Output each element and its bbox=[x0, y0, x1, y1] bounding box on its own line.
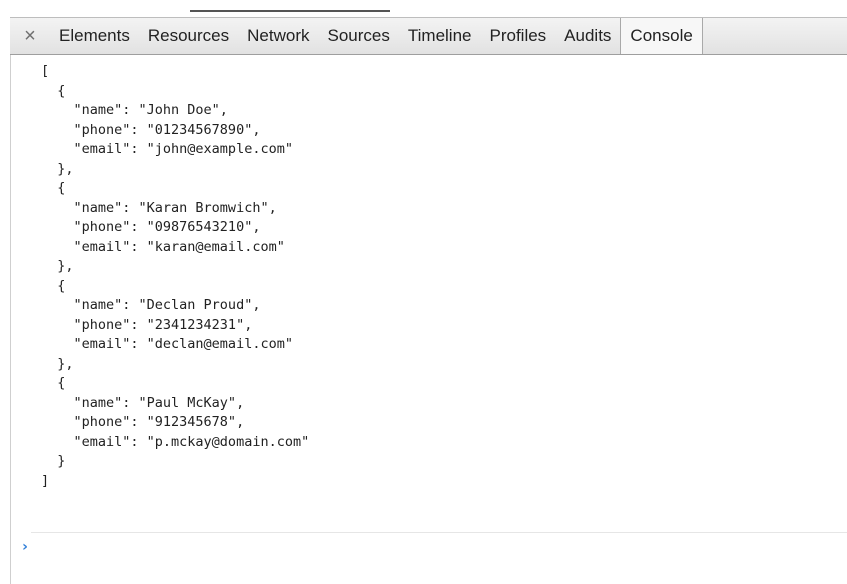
output-line: { bbox=[41, 277, 66, 294]
prompt-chevron-icon: › bbox=[22, 539, 28, 555]
devtools-window: × Elements Resources Network Sources Tim… bbox=[0, 0, 847, 584]
devtools-toolbar: × Elements Resources Network Sources Tim… bbox=[10, 17, 847, 55]
tab-resources[interactable]: Resources bbox=[139, 18, 238, 54]
tab-audits[interactable]: Audits bbox=[555, 18, 620, 54]
console-prompt-row[interactable]: › bbox=[11, 534, 847, 560]
tab-network[interactable]: Network bbox=[238, 18, 318, 54]
close-icon[interactable]: × bbox=[10, 18, 50, 54]
tab-timeline[interactable]: Timeline bbox=[399, 18, 481, 54]
output-line: }, bbox=[41, 160, 74, 177]
tab-sources[interactable]: Sources bbox=[319, 18, 399, 54]
output-line: "name": "John Doe", bbox=[41, 102, 228, 118]
output-line: "phone": "2341234231", bbox=[41, 316, 253, 333]
output-line: "name": "Paul McKay", bbox=[41, 394, 245, 411]
output-line: "email": "karan@email.com" bbox=[41, 238, 285, 255]
output-line: "phone": "01234567890", bbox=[41, 121, 261, 138]
output-line: { bbox=[41, 180, 66, 196]
output-line: } bbox=[41, 453, 66, 469]
page-top-edge bbox=[0, 0, 847, 16]
output-line: "email": "john@example.com" bbox=[41, 141, 293, 157]
output-line: }, bbox=[41, 355, 74, 372]
output-line: "email": "declan@email.com" bbox=[41, 336, 293, 352]
tab-elements[interactable]: Elements bbox=[50, 18, 139, 54]
console-panel: [ { "name": "John Doe", "phone": "012345… bbox=[11, 56, 847, 584]
output-line: "name": "Karan Bromwich", bbox=[41, 199, 277, 216]
output-line: ] bbox=[41, 472, 50, 489]
output-line: [ bbox=[41, 63, 50, 79]
output-line: { bbox=[41, 82, 66, 99]
console-input[interactable] bbox=[39, 536, 847, 558]
page-edge-line bbox=[190, 10, 390, 12]
output-line: { bbox=[41, 375, 66, 391]
console-output: [ { "name": "John Doe", "phone": "012345… bbox=[41, 62, 309, 491]
output-line: "phone": "912345678", bbox=[41, 414, 245, 430]
output-line: "email": "p.mckay@domain.com" bbox=[41, 433, 310, 450]
console-divider bbox=[31, 532, 847, 533]
tab-console[interactable]: Console bbox=[620, 18, 703, 54]
output-line: "phone": "09876543210", bbox=[41, 219, 261, 235]
output-line: "name": "Declan Proud", bbox=[41, 297, 261, 313]
tab-profiles[interactable]: Profiles bbox=[480, 18, 555, 54]
output-line: }, bbox=[41, 258, 74, 274]
